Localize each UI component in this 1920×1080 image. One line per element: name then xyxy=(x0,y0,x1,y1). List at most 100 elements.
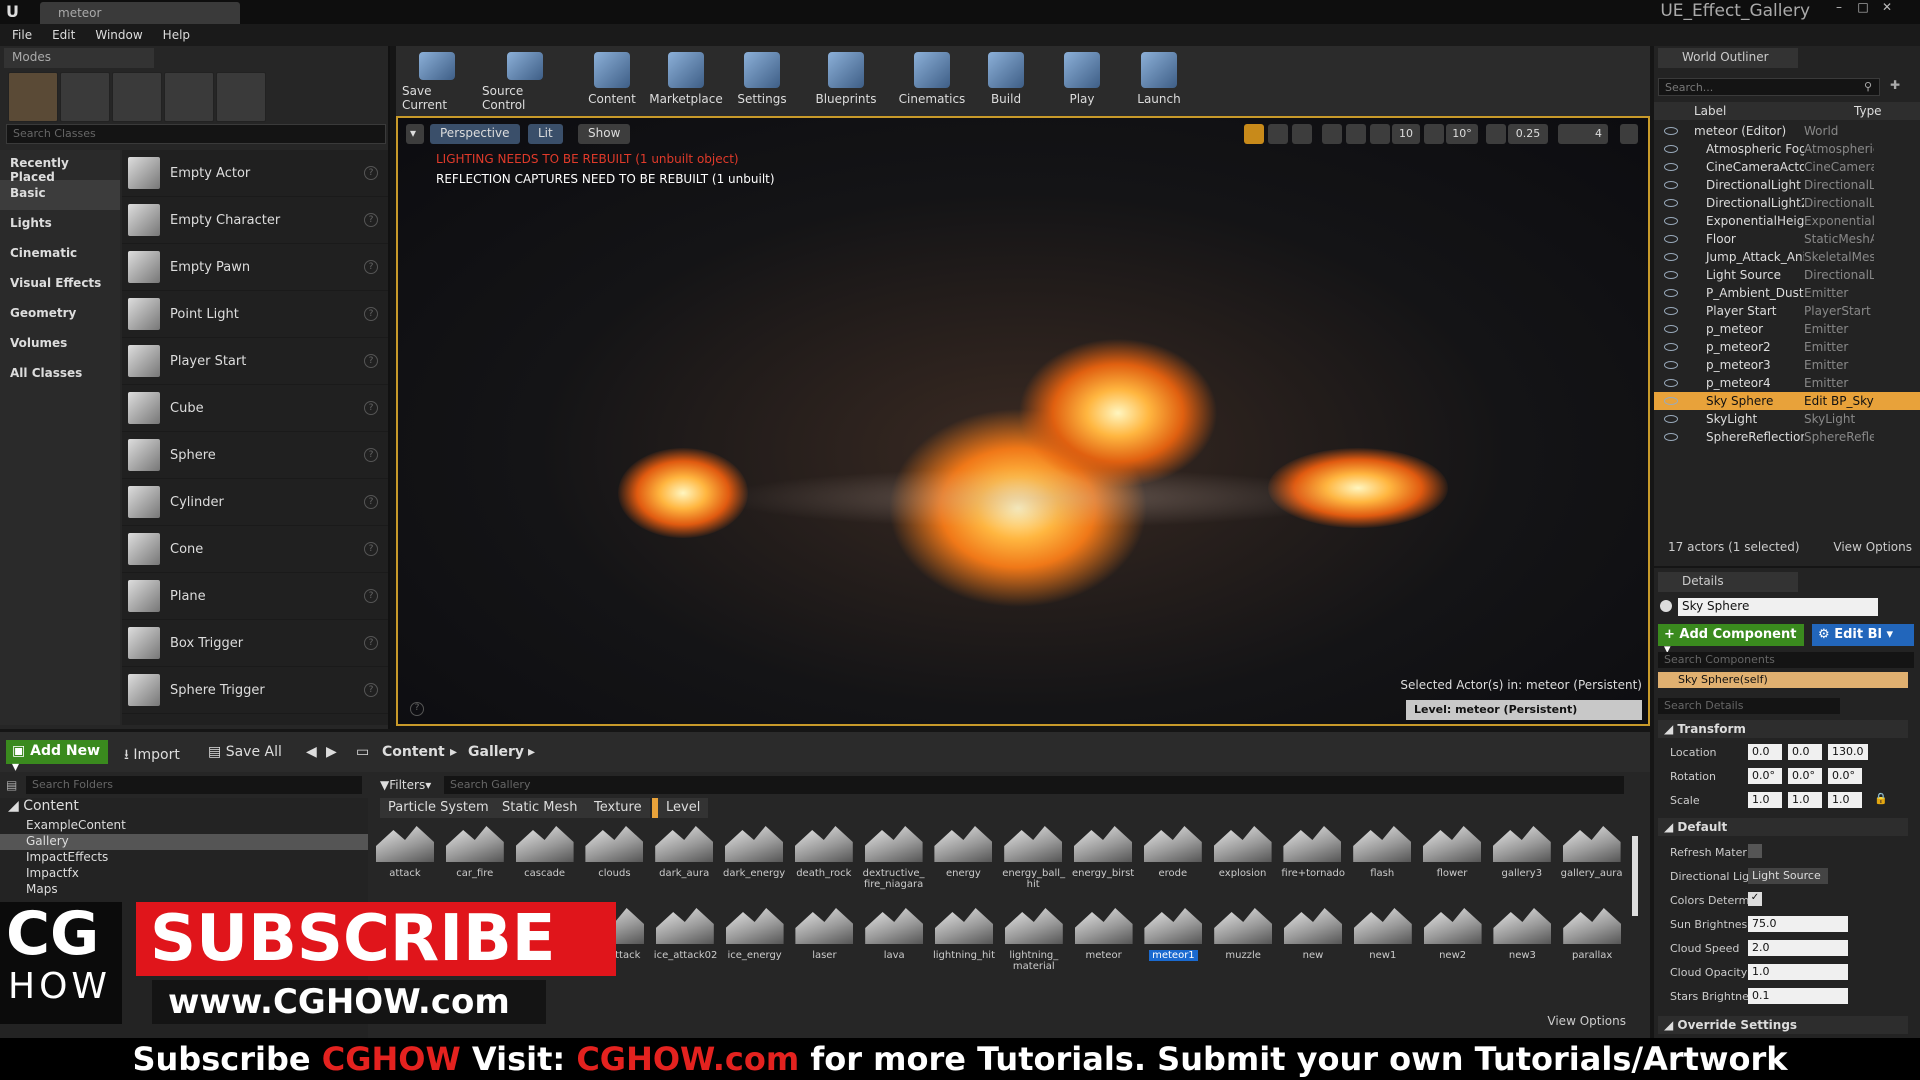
location-y[interactable]: 0.0 xyxy=(1788,744,1822,760)
asset-tile[interactable]: new3 xyxy=(1491,904,1553,986)
sun-brightness-input[interactable]: 75.0 xyxy=(1748,916,1848,932)
folder-content[interactable]: ◢ Content xyxy=(0,798,368,818)
outliner-row[interactable]: DirectionalLight2 DirectionalLi xyxy=(1654,194,1920,212)
search-icon[interactable]: ⚲ xyxy=(1864,80,1872,93)
help-icon[interactable]: ? xyxy=(364,213,378,227)
rotation-z[interactable]: 0.0° xyxy=(1828,768,1862,784)
help-icon[interactable]: ? xyxy=(364,260,378,274)
category-all-classes[interactable]: All Classes xyxy=(0,360,120,390)
category-lights[interactable]: Lights xyxy=(0,210,120,240)
blueprints-button[interactable]: Blueprints xyxy=(808,52,884,112)
folder-impactfx[interactable]: Impactfx xyxy=(0,866,368,882)
asset-tile[interactable]: meteor xyxy=(1073,904,1135,986)
asset-tile[interactable]: fire+tornado xyxy=(1281,822,1345,904)
outliner-row[interactable]: DirectionalLight DirectionalLi xyxy=(1654,176,1920,194)
visibility-eye-icon[interactable] xyxy=(1664,127,1678,135)
asset-tile[interactable]: ice_energy xyxy=(724,904,786,986)
play-button[interactable]: Play xyxy=(1052,52,1112,112)
paint-mode-icon[interactable] xyxy=(60,72,110,122)
grid-snap-icon[interactable] xyxy=(1370,124,1390,144)
search-components-input[interactable]: Search Components xyxy=(1658,652,1914,668)
outliner-row[interactable]: meteor (Editor) World xyxy=(1654,122,1920,140)
settings-button[interactable]: Settings xyxy=(730,52,794,112)
world-local-icon[interactable] xyxy=(1322,124,1342,144)
scale-label[interactable]: Scale xyxy=(1670,794,1700,807)
foliage-mode-icon[interactable] xyxy=(164,72,214,122)
class-item[interactable]: Cube? xyxy=(122,385,388,432)
class-item[interactable]: Box Trigger? xyxy=(122,620,388,667)
category-volumes[interactable]: Volumes xyxy=(0,330,120,360)
level-viewport[interactable]: ▾ Perspective Lit Show LIGHTING NEEDS TO… xyxy=(396,116,1650,726)
lit-button[interactable]: Lit xyxy=(528,124,563,144)
transform-mode-icon[interactable] xyxy=(1244,124,1264,144)
back-arrow-icon[interactable]: ◀ xyxy=(306,744,317,760)
landscape-mode-icon[interactable] xyxy=(112,72,162,122)
visibility-eye-icon[interactable] xyxy=(1664,415,1678,423)
class-item[interactable]: Empty Pawn? xyxy=(122,244,388,291)
outliner-row[interactable]: Jump_Attack_Anim_mSkeletalMesl xyxy=(1654,248,1920,266)
cloud-opacity-input[interactable]: 1.0 xyxy=(1748,964,1848,980)
search-details-input[interactable]: Search Details xyxy=(1658,698,1840,714)
search-folders-input[interactable]: Search Folders xyxy=(26,776,362,794)
help-icon[interactable]: ? xyxy=(364,589,378,603)
asset-tile[interactable]: explosion xyxy=(1212,822,1274,904)
visibility-eye-icon[interactable] xyxy=(1664,289,1678,297)
location-label[interactable]: Location xyxy=(1670,746,1717,759)
grid-snap-value[interactable]: 10 xyxy=(1392,124,1420,144)
scale-snap-value[interactable]: 0.25 xyxy=(1508,124,1548,144)
maximize-icon[interactable]: □ xyxy=(1852,0,1874,16)
asset-tile[interactable]: laser xyxy=(793,904,855,986)
location-x[interactable]: 0.0 xyxy=(1748,744,1782,760)
rotation-snap-icon[interactable] xyxy=(1424,124,1444,144)
outliner-search-input[interactable]: Search... xyxy=(1658,78,1880,96)
rotation-label[interactable]: Rotation xyxy=(1670,770,1716,783)
filter-texture[interactable]: Texture xyxy=(586,798,650,818)
rotation-x[interactable]: 0.0° xyxy=(1748,768,1782,784)
asset-tile[interactable]: new2 xyxy=(1422,904,1484,986)
outliner-row[interactable]: p_meteor3 Emitter xyxy=(1654,356,1920,374)
asset-tile[interactable]: dark_energy xyxy=(723,822,785,904)
launch-button[interactable]: Launch xyxy=(1126,52,1192,112)
folder-maps[interactable]: Maps xyxy=(0,882,368,898)
menu-file[interactable]: File xyxy=(12,28,32,42)
folder-impacteffects[interactable]: ImpactEffects xyxy=(0,850,368,866)
actor-name-input[interactable]: Sky Sphere xyxy=(1678,598,1878,616)
outliner-row[interactable]: Sky Sphere Edit BP_Sky xyxy=(1654,392,1920,410)
details-tab[interactable]: Details xyxy=(1658,572,1798,592)
class-item[interactable]: Player Start? xyxy=(122,338,388,385)
asset-tile[interactable]: cascade xyxy=(514,822,576,904)
asset-tile[interactable]: lava xyxy=(863,904,925,986)
marketplace-button[interactable]: Marketplace xyxy=(648,52,724,112)
visibility-eye-icon[interactable] xyxy=(1664,235,1678,243)
visibility-eye-icon[interactable] xyxy=(1664,343,1678,351)
asset-tile[interactable]: death_rock xyxy=(793,822,855,904)
viewport-options-button[interactable]: ▾ xyxy=(406,124,424,144)
help-icon[interactable]: ? xyxy=(364,495,378,509)
location-z[interactable]: 130.0 xyxy=(1828,744,1868,760)
visibility-eye-icon[interactable] xyxy=(1664,307,1678,315)
show-button[interactable]: Show xyxy=(578,124,631,144)
visibility-eye-icon[interactable] xyxy=(1664,145,1678,153)
search-classes-input[interactable]: Search Classes xyxy=(6,124,386,144)
class-item[interactable]: Plane? xyxy=(122,573,388,620)
add-actor-icon[interactable]: ✚ xyxy=(1890,78,1900,92)
category-recently-placed[interactable]: Recently Placed xyxy=(0,150,120,184)
class-item[interactable]: Sphere Trigger? xyxy=(122,667,388,714)
asset-tile[interactable]: muzzle xyxy=(1212,904,1274,986)
menu-edit[interactable]: Edit xyxy=(52,28,75,42)
forward-arrow-icon[interactable]: ▶ xyxy=(326,744,337,760)
asset-scrollbar[interactable] xyxy=(1632,836,1638,916)
asset-tile[interactable]: energy xyxy=(932,822,994,904)
transform-section[interactable]: ◢ Transform xyxy=(1658,720,1908,738)
visibility-eye-icon[interactable] xyxy=(1664,361,1678,369)
help-icon[interactable]: ? xyxy=(364,166,378,180)
asset-tile[interactable]: energy_birst xyxy=(1072,822,1134,904)
edit-blueprint-button[interactable]: ⚙ Edit Bl ▾ xyxy=(1812,624,1914,646)
visibility-eye-icon[interactable] xyxy=(1664,163,1678,171)
geometry-mode-icon[interactable] xyxy=(216,72,266,122)
help-icon[interactable]: ? xyxy=(364,683,378,697)
class-item[interactable]: Empty Actor? xyxy=(122,150,388,197)
outliner-row[interactable]: Light Source DirectionalLi xyxy=(1654,266,1920,284)
menu-help[interactable]: Help xyxy=(163,28,190,42)
column-type[interactable]: Type xyxy=(1854,104,1882,118)
